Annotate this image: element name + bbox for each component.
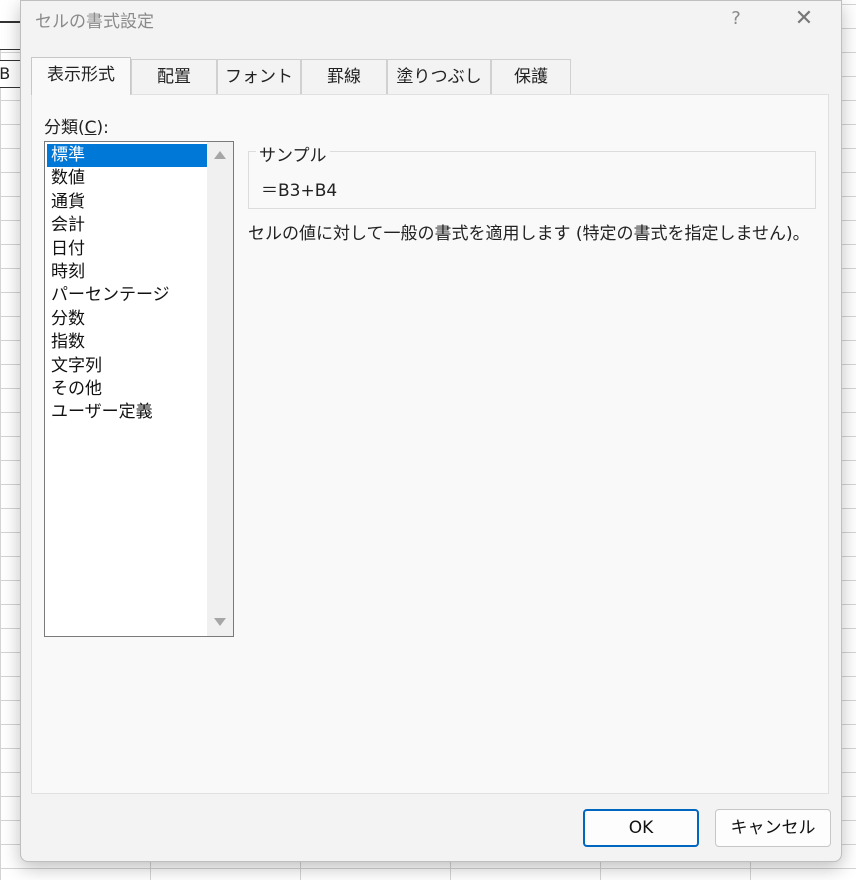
category-listbox[interactable]: 標準 数値 通貨 会計 日付 時刻 パーセンテージ 分数 指数 文字列 その他 ユーザー定義 — [44, 141, 234, 637]
list-item[interactable]: 数値 — [47, 167, 207, 190]
help-button[interactable]: ? — [721, 5, 751, 33]
list-item[interactable]: 時刻 — [47, 261, 207, 284]
scroll-up-arrow-icon[interactable] — [214, 151, 226, 159]
sample-legend: サンプル — [256, 141, 330, 166]
format-cells-dialog: セルの書式設定 ? ✕ 表示形式 配置 フォント 罫線 塗りつぶし 保護 分類(… — [20, 0, 842, 862]
tab-number-format[interactable]: 表示形式 — [31, 57, 131, 95]
list-item[interactable]: ユーザー定義 — [47, 401, 207, 424]
close-icon[interactable]: ✕ — [789, 5, 819, 33]
sample-group: ＝B3+B4 — [248, 151, 816, 209]
cancel-button[interactable]: キャンセル — [715, 809, 831, 847]
tab-alignment[interactable]: 配置 — [131, 59, 217, 94]
category-label: 分類(C): — [44, 118, 109, 138]
tab-protection[interactable]: 保護 — [491, 59, 571, 94]
tab-fill[interactable]: 塗りつぶし — [387, 59, 491, 94]
ok-button[interactable]: OK — [583, 809, 699, 847]
sample-value: ＝B3+B4 — [261, 181, 338, 201]
list-item[interactable]: その他 — [47, 378, 207, 401]
format-description: セルの値に対して一般の書式を適用します (特定の書式を指定しません)。 — [248, 224, 810, 244]
tab-font[interactable]: フォント — [217, 59, 301, 94]
category-list: 標準 数値 通貨 会計 日付 時刻 パーセンテージ 分数 指数 文字列 その他 ユーザー定義 — [47, 144, 207, 425]
list-item[interactable]: 通貨 — [47, 191, 207, 214]
cell-fragment — [0, 0, 21, 22]
list-item[interactable]: パーセンテージ — [47, 284, 207, 307]
list-item[interactable]: 会計 — [47, 214, 207, 237]
category-scrollbar[interactable] — [207, 142, 233, 636]
list-item[interactable]: 分数 — [47, 308, 207, 331]
list-item[interactable]: 文字列 — [47, 355, 207, 378]
tab-border[interactable]: 罫線 — [301, 59, 387, 94]
dialog-title: セルの書式設定 — [35, 12, 154, 32]
list-item[interactable]: 指数 — [47, 331, 207, 354]
scroll-down-arrow-icon[interactable] — [214, 618, 226, 626]
list-item[interactable]: 日付 — [47, 238, 207, 261]
list-item[interactable]: 標準 — [47, 144, 207, 168]
number-format-panel: 分類(C): 標準 数値 通貨 会計 日付 時刻 パーセンテージ 分数 指数 文字列 その他 ユーザー… — [31, 94, 829, 794]
cell-fragment: ) — [0, 22, 21, 50]
cell-fragment: -B — [0, 60, 21, 88]
